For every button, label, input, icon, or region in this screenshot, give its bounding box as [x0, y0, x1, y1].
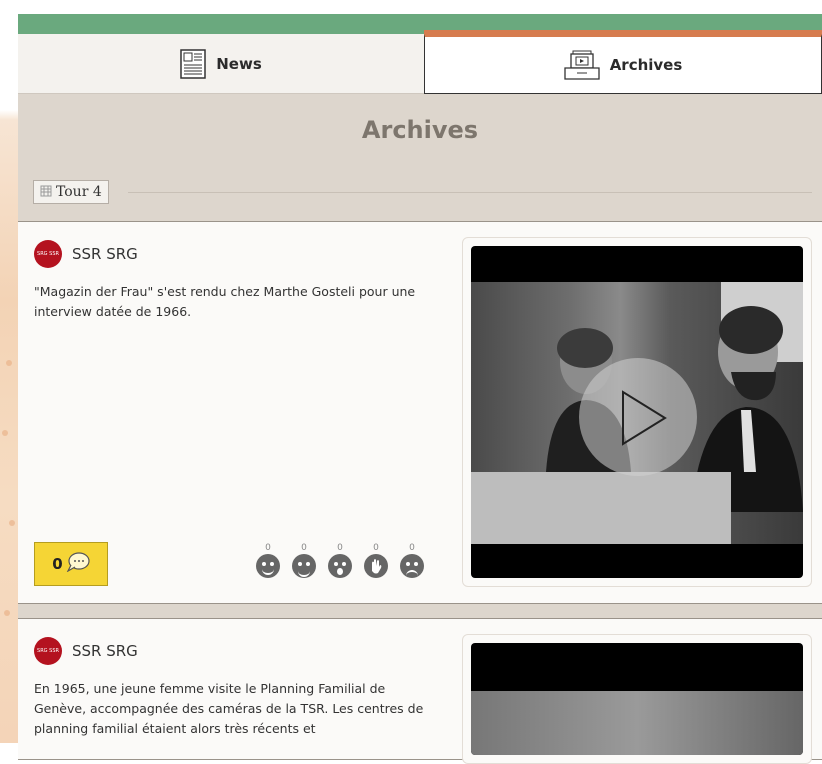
page-title: Archives: [361, 116, 479, 144]
wow-reaction-icon[interactable]: 0: [326, 542, 354, 578]
top-color-band: [18, 14, 822, 34]
reaction-count: 0: [301, 543, 307, 553]
tab-news[interactable]: News: [18, 34, 424, 94]
video-thumbnail[interactable]: [471, 246, 803, 578]
post-source: SRG SSR SSR SRG: [34, 240, 138, 268]
reaction-bar: 0 0 0 0 0: [254, 542, 426, 578]
tab-bar: News Archives: [18, 34, 822, 94]
video-player: [462, 634, 812, 764]
tab-archives[interactable]: Archives: [424, 34, 822, 94]
speech-bubble-icon: [66, 552, 90, 576]
comment-button[interactable]: 0: [34, 542, 108, 586]
angry-reaction-icon[interactable]: 0: [398, 542, 426, 578]
archive-video-icon: [564, 50, 600, 80]
reaction-count: 0: [265, 543, 271, 553]
srg-ssr-logo: SRG SSR: [34, 637, 62, 665]
post-card: SRG SSR SSR SRG "Magazin der Frau" s'est…: [18, 221, 822, 604]
srg-ssr-logo: SRG SSR: [34, 240, 62, 268]
reaction-count: 0: [373, 543, 379, 553]
building-icon: [40, 184, 52, 201]
post-source: SRG SSR SSR SRG: [34, 637, 138, 665]
left-decorative-strip: [0, 0, 18, 743]
love-reaction-icon[interactable]: 0: [254, 542, 282, 578]
source-name: SSR SRG: [72, 642, 138, 660]
play-button[interactable]: [579, 358, 697, 476]
newspaper-icon: [180, 48, 206, 79]
reaction-count: 0: [409, 543, 415, 553]
post-text: En 1965, une jeune femme visite le Plann…: [34, 681, 424, 736]
video-player: [462, 237, 812, 587]
post-text: "Magazin der Frau" s'est rendu chez Mart…: [34, 284, 416, 319]
tour-filter-chip[interactable]: Tour 4: [33, 180, 109, 204]
post-card: SRG SSR SSR SRG En 1965, une jeune femme…: [18, 618, 822, 764]
archives-content: Archives Tour 4 SRG SSR SSR SRG "Magazin…: [18, 94, 822, 764]
tab-news-label: News: [216, 54, 262, 73]
clap-reaction-icon[interactable]: 0: [362, 542, 390, 578]
video-thumbnail[interactable]: [471, 643, 803, 755]
divider: [128, 192, 812, 193]
source-name: SSR SRG: [72, 245, 138, 263]
tab-archives-label: Archives: [609, 56, 683, 74]
comment-count: 0: [52, 555, 63, 573]
reaction-count: 0: [337, 543, 343, 553]
tour-filter-label: Tour 4: [56, 184, 102, 200]
laugh-reaction-icon[interactable]: 0: [290, 542, 318, 578]
